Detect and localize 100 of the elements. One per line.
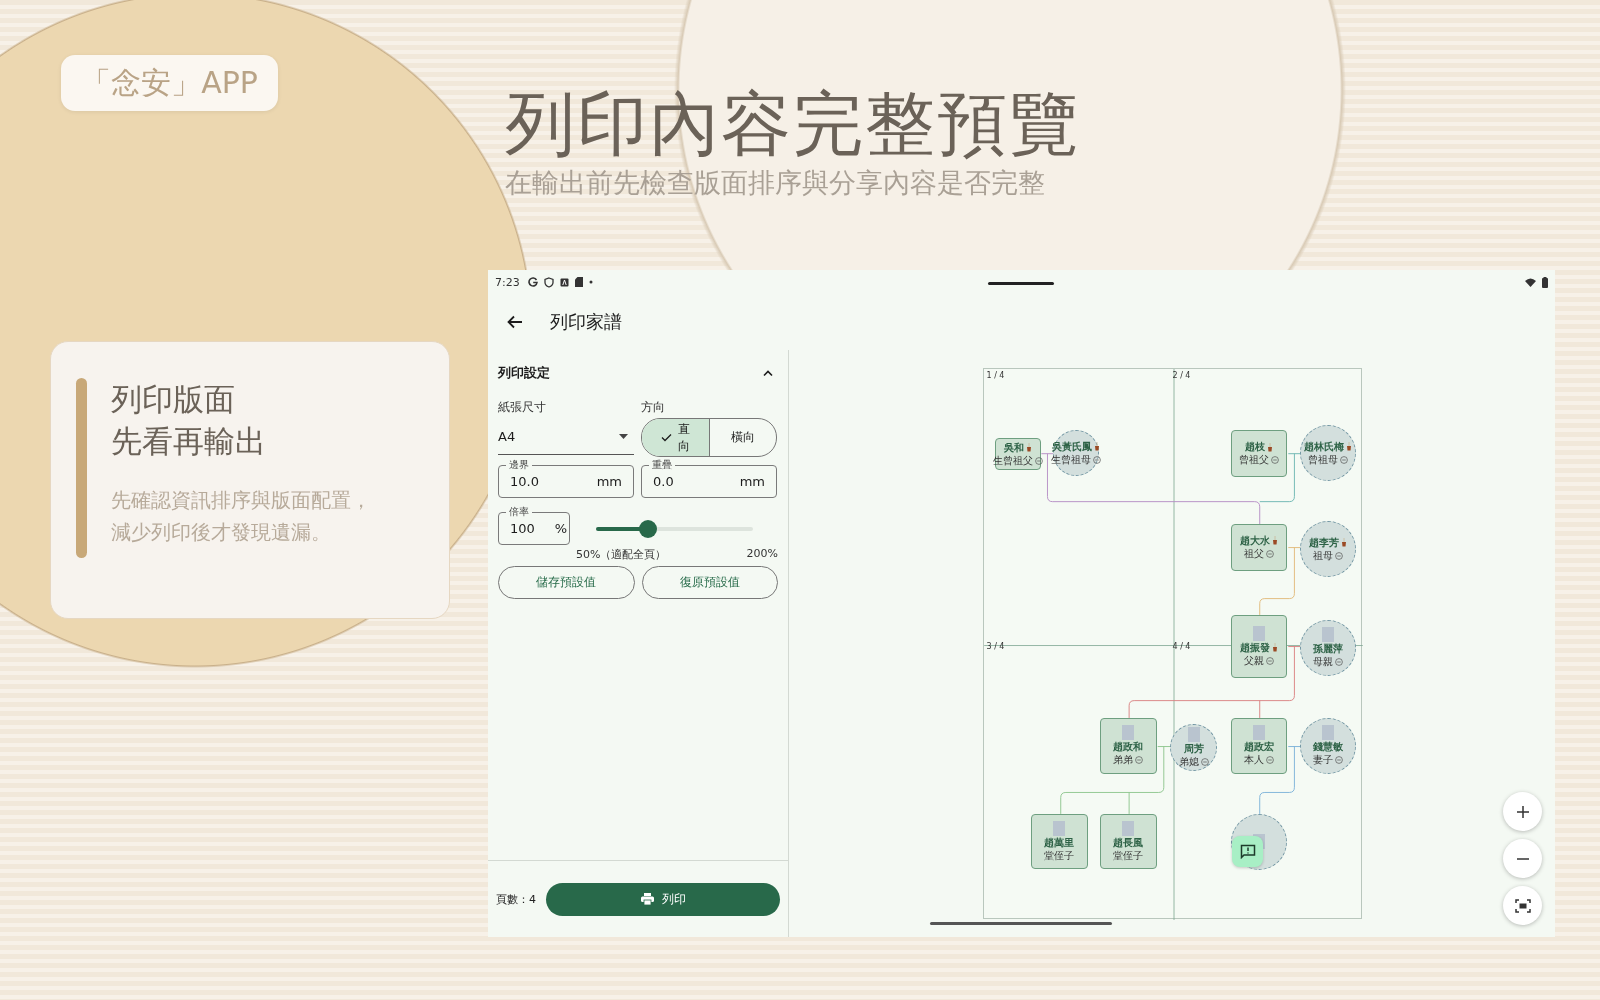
member-name: 趙萬里	[1044, 836, 1075, 849]
collapse-icon[interactable]	[1266, 656, 1275, 665]
member-name: 趙政和	[1113, 741, 1144, 754]
photo-placeholder	[1253, 725, 1266, 741]
member-relation: 生曾祖母	[1050, 453, 1091, 466]
member-circle[interactable]: 趙林氏梅 曾祖母	[1299, 425, 1356, 482]
zoom-out-button[interactable]	[1503, 839, 1542, 878]
collapse-icon[interactable]	[1135, 756, 1144, 765]
member-card[interactable]: 趙大水 祖父	[1231, 524, 1288, 571]
collapse-icon[interactable]	[1334, 756, 1343, 765]
wifi-icon	[1525, 277, 1536, 287]
member-card[interactable]: 趙枝 曾祖父	[1231, 430, 1288, 478]
member-relation: 堂侄子	[1044, 849, 1075, 862]
photo-placeholder	[1187, 726, 1200, 742]
page-number: 4 / 4	[1172, 642, 1191, 651]
member-name: 趙振發	[1240, 641, 1271, 654]
overlap-field[interactable]: 重疊 0.0 mm	[641, 457, 777, 498]
page-number: 3 / 4	[986, 642, 1005, 651]
photo-placeholder	[1122, 725, 1135, 741]
member-circle[interactable]: 趙李芳 祖母	[1299, 520, 1356, 578]
battery-icon	[1542, 276, 1548, 288]
dot-icon	[588, 280, 593, 284]
member-relation: 本人	[1244, 754, 1265, 767]
feature-title: 列印版面 先看再輸出	[111, 380, 267, 461]
photo-placeholder	[1053, 820, 1066, 836]
member-circle[interactable]: 周芳 弟媳	[1170, 723, 1218, 771]
member-card[interactable]: 趙振發 父親	[1231, 614, 1288, 679]
member-name: 趙李芳	[1308, 536, 1339, 549]
member-relation: 堂侄子	[1113, 849, 1144, 862]
member-relation: 弟媳	[1178, 755, 1199, 768]
member-name: 周芳	[1183, 742, 1204, 755]
photo-placeholder	[1253, 625, 1266, 641]
incense-pot-icon	[1093, 442, 1100, 452]
notch-handle	[988, 282, 1054, 285]
print-button[interactable]: 列印	[546, 882, 780, 916]
status-time: 7:23	[495, 275, 520, 289]
member-name: 趙政宏	[1244, 741, 1275, 754]
collapse-icon[interactable]	[1266, 756, 1275, 765]
feature-description: 先確認資訊排序與版面配置， 減少列印後才發現遺漏。	[111, 487, 371, 546]
member-relation: 祖母	[1312, 549, 1333, 562]
margin-field[interactable]: 邊界 10.0 mm	[498, 457, 634, 498]
collapse-icon[interactable]	[1200, 757, 1209, 766]
member-circle[interactable]: 錢慧敏 妻子	[1299, 717, 1356, 774]
member-card[interactable]: 吳和 生曾祖父	[994, 438, 1041, 470]
fit-screen-button[interactable]	[1503, 886, 1542, 925]
member-name: 吳黃氏鳳	[1051, 440, 1092, 453]
plus-icon	[1515, 804, 1530, 819]
incense-pot-icon	[1272, 643, 1279, 653]
page-number: 2 / 4	[1172, 371, 1191, 380]
feedback-button[interactable]	[1232, 836, 1263, 867]
member-card[interactable]: 趙政宏 本人	[1231, 717, 1288, 774]
app-square-icon	[559, 277, 569, 287]
incense-pot-icon	[1267, 442, 1274, 452]
min-label: 50%（適配全頁）	[576, 547, 667, 562]
collapse-icon[interactable]	[1092, 455, 1101, 464]
orientation-option[interactable]: 直向	[642, 419, 709, 456]
member-circle[interactable]: 孫麗萍 母親	[1299, 619, 1356, 676]
member-name: 吳和	[1003, 441, 1024, 454]
member-circle[interactable]: 吳黃氏鳳 生曾祖母	[1052, 430, 1099, 477]
member-relation: 父親	[1244, 654, 1265, 667]
photo-placeholder	[1321, 627, 1334, 643]
collapse-icon[interactable]	[1034, 456, 1043, 465]
member-relation: 祖父	[1244, 548, 1265, 560]
orientation-option[interactable]: 橫向	[708, 419, 776, 456]
brand-badge: 「念安」APP	[61, 55, 278, 111]
collapse-icon[interactable]	[1266, 550, 1275, 558]
member-relation: 弟弟	[1113, 754, 1134, 767]
app-title: 列印家譜	[550, 310, 622, 334]
member-card[interactable]: 趙萬里 堂侄子	[1031, 813, 1088, 869]
zoom-in-button[interactable]	[1503, 792, 1542, 831]
member-name: 趙大水	[1240, 535, 1271, 547]
shield-icon	[543, 276, 554, 288]
slider-thumb[interactable]	[638, 519, 657, 538]
member-name: 趙長風	[1113, 836, 1144, 849]
back-arrow-icon	[506, 313, 524, 331]
member-name: 錢慧敏	[1312, 741, 1343, 754]
collapse-icon[interactable]	[1271, 456, 1280, 465]
section-title: 列印設定	[498, 364, 550, 382]
check-icon	[660, 433, 672, 442]
member-card[interactable]: 趙長風 堂侄子	[1099, 813, 1157, 869]
headline: 列印內容完整預覽	[505, 82, 1081, 166]
incense-pot-icon	[1345, 442, 1352, 452]
member-card[interactable]: 趙政和 弟弟	[1099, 717, 1157, 774]
incense-pot-icon	[1025, 443, 1032, 453]
paper-size-dropdown[interactable]: A4	[498, 418, 634, 455]
collapse-icon[interactable]	[1334, 658, 1343, 667]
minus-icon	[1516, 857, 1529, 860]
member-name: 趙林氏梅	[1303, 440, 1344, 453]
fit-screen-icon	[1514, 898, 1531, 913]
collapse-icon[interactable]	[1339, 455, 1348, 464]
collapse-icon[interactable]	[1334, 551, 1343, 560]
subheadline: 在輸出前先檢查版面排序與分享內容是否完整	[505, 166, 1046, 200]
member-relation: 母親	[1312, 656, 1333, 669]
chevron-icon	[762, 369, 774, 377]
photo-placeholder	[1321, 725, 1334, 741]
max-label: 200%	[746, 547, 778, 562]
member-relation: 妻子	[1312, 754, 1333, 767]
scale-field[interactable]: 倍率 100 %	[498, 504, 570, 545]
photo-placeholder	[1122, 820, 1135, 836]
field-label: 方向	[641, 398, 666, 416]
